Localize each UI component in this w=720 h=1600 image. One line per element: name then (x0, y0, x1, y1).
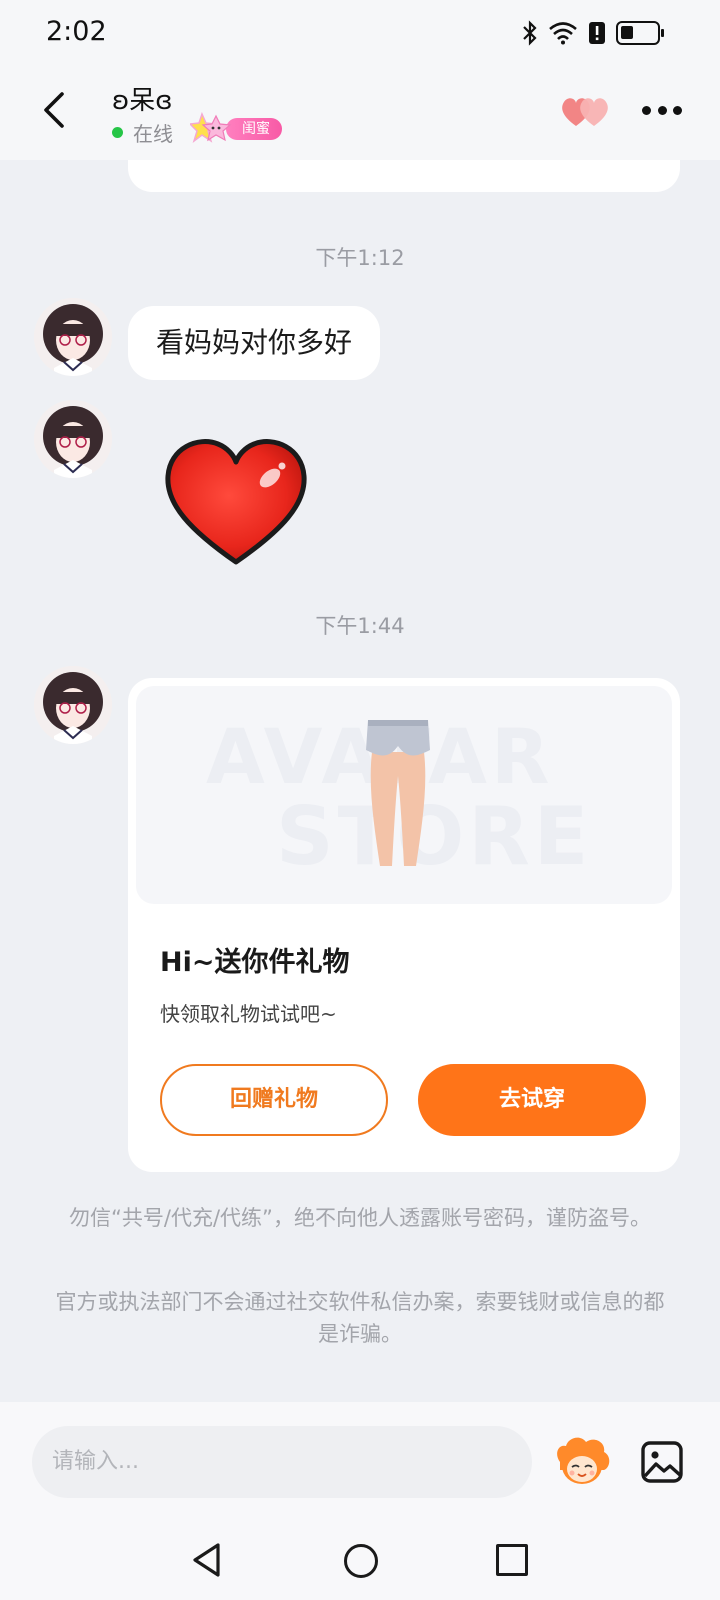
message-input[interactable]: 请输入... (32, 1426, 532, 1498)
nav-home-icon[interactable] (344, 1544, 378, 1578)
nav-recent-icon[interactable] (496, 1544, 528, 1576)
fraud-notice: 官方或执法部门不会通过社交软件私信办案，索要钱财或信息的都是诈骗。 (55, 1290, 665, 1346)
gift-card[interactable]: AVATAR STORE Hi~送你件礼物 快领取礼物试试吧~ 回赠礼物 去试穿 (128, 678, 680, 1172)
previous-message-bubble (128, 160, 680, 192)
chevron-left-icon (44, 92, 64, 128)
red-heart-sticker[interactable] (162, 432, 310, 568)
avatar-image (34, 400, 112, 478)
input-bar: 请输入... (0, 1402, 720, 1520)
battery-icon (616, 21, 664, 45)
chat-messages[interactable]: 下午1:12 看妈妈对你多好 下午1:44 STORE Hi~送你件礼物 快领取… (0, 160, 720, 1402)
alert-icon (589, 22, 605, 44)
emoji-mascot-icon (557, 1437, 610, 1484)
online-status-text: 在线 (133, 122, 173, 146)
nav-back-icon[interactable] (190, 1542, 224, 1578)
double-heart-icon (562, 98, 608, 126)
image-icon (641, 1441, 683, 1483)
avatar[interactable] (34, 666, 112, 744)
contact-name[interactable]: ʚ呆ɞ (112, 80, 173, 117)
system-nav-bar (0, 1520, 720, 1600)
return-gift-button[interactable]: 回赠礼物 (160, 1064, 388, 1136)
avatar-image (34, 298, 112, 376)
wifi-icon (549, 22, 577, 45)
timestamp: 下午1:12 (315, 246, 405, 270)
gift-subtitle: 快领取礼物试试吧~ (160, 1002, 337, 1026)
star-mascot-icon (190, 112, 232, 143)
status-time: 2:02 (46, 16, 107, 47)
gift-title: Hi~送你件礼物 (160, 947, 350, 978)
shorts-item-image (366, 720, 430, 866)
security-notice: 勿信“共号/代充/代练”，绝不向他人透露账号密码，谨防盗号。 (69, 1206, 651, 1230)
gift-preview[interactable]: AVATAR STORE (136, 686, 672, 904)
avatar-image (34, 666, 112, 744)
relation-badge[interactable]: 闺蜜 (190, 112, 296, 146)
more-dots-icon[interactable] (642, 100, 682, 120)
try-on-button[interactable]: 去试穿 (418, 1064, 646, 1136)
timestamp: 下午1:44 (315, 614, 405, 638)
image-button[interactable] (640, 1440, 684, 1484)
chat-header: ʚ呆ɞ 在线 闺蜜 (0, 64, 720, 160)
status-bar: 2:02 (0, 0, 720, 64)
message-bubble[interactable]: 看妈妈对你多好 (128, 306, 381, 380)
heart-sticker-icon (165, 439, 307, 565)
emoji-button[interactable] (552, 1436, 612, 1488)
online-dot (112, 127, 123, 138)
back-button[interactable] (36, 88, 76, 132)
avatar[interactable] (34, 298, 112, 376)
avatar[interactable] (34, 400, 112, 478)
bluetooth-icon (523, 20, 537, 46)
status-icons (522, 20, 664, 46)
online-status: 在线 (112, 118, 173, 147)
intimacy-hearts-button[interactable] (560, 94, 612, 130)
